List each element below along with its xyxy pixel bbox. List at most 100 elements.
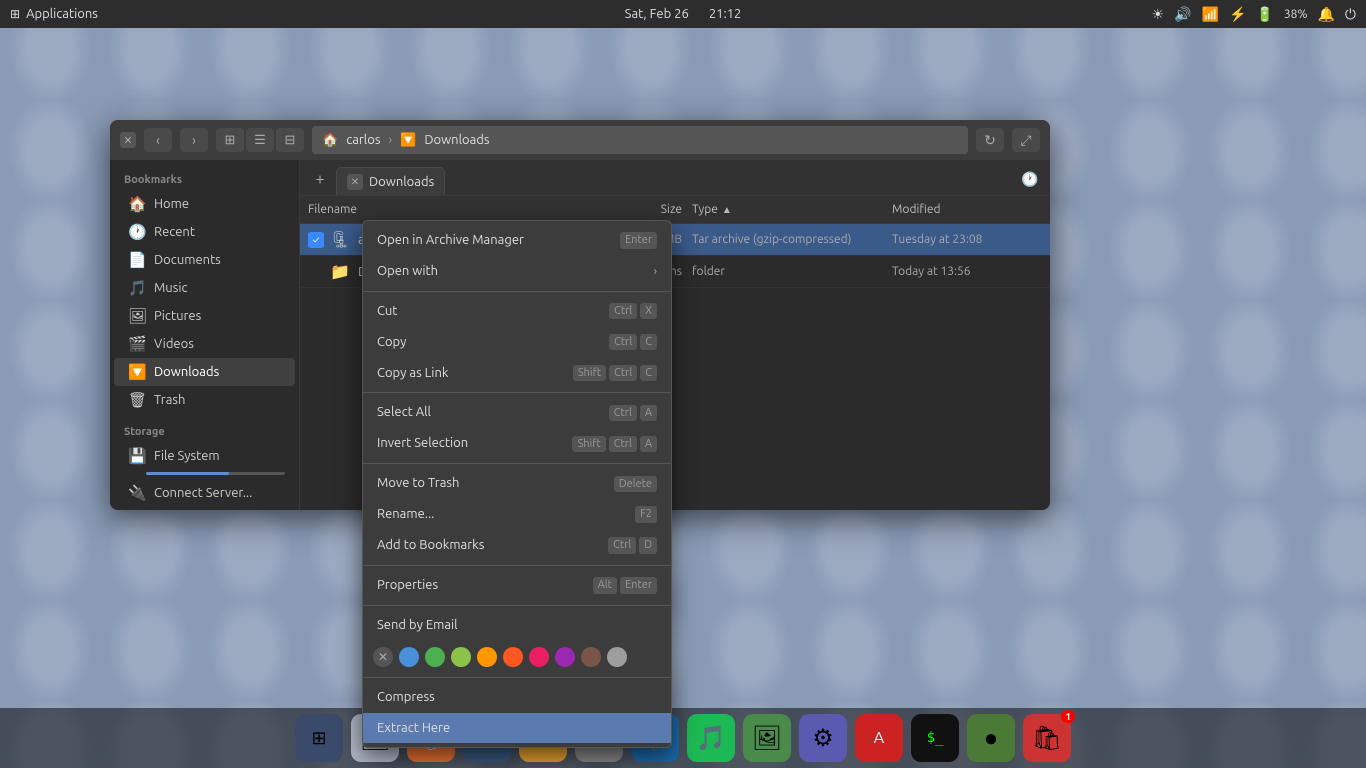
- sidebar-pictures-label: Pictures: [154, 309, 201, 323]
- pictures-icon: 🖼: [128, 307, 146, 325]
- grid-view-button[interactable]: ⊞: [216, 128, 244, 152]
- sort-arrow-icon: ▲: [722, 204, 732, 216]
- ctx-open-archive[interactable]: Open in Archive Manager Enter: [363, 225, 671, 256]
- dock-workspaces[interactable]: ⊞: [295, 714, 343, 762]
- dock-anki[interactable]: A: [855, 714, 903, 762]
- maximize-button[interactable]: ⤢: [1012, 128, 1040, 152]
- dock-gallery[interactable]: 🖼: [743, 714, 791, 762]
- ctx-invert-selection-shortcut: ShiftCtrlA: [572, 436, 657, 452]
- list-view-button[interactable]: ☰: [246, 128, 274, 152]
- color-clear-button[interactable]: ✕: [373, 647, 393, 667]
- apps-label[interactable]: Applications: [26, 7, 98, 21]
- ctx-properties-shortcut: AltEnter: [593, 577, 657, 593]
- ctx-extract-here[interactable]: Extract Here: [363, 713, 671, 744]
- color-dot-red-orange[interactable]: [503, 647, 523, 667]
- sidebar-item-filesystem[interactable]: 💾 File System: [114, 442, 295, 470]
- ctx-send-by-email[interactable]: Send by Email: [363, 610, 671, 641]
- sidebar-connect-label: Connect Server...: [154, 486, 252, 500]
- path-home-label[interactable]: carlos: [346, 133, 380, 147]
- ctx-colors-row: ✕: [363, 641, 671, 673]
- ctx-separator-1: [363, 291, 671, 292]
- sidebar-item-downloads[interactable]: 🔽 Downloads: [114, 358, 295, 386]
- col-type-header[interactable]: Type ▲: [682, 203, 882, 216]
- context-menu: Open in Archive Manager Enter Open with …: [362, 220, 672, 748]
- col-filename-header[interactable]: Filename: [308, 203, 602, 216]
- ctx-compress[interactable]: Compress: [363, 682, 671, 713]
- dock-spotify[interactable]: 🎵: [687, 714, 735, 762]
- storage-label: Storage: [110, 422, 299, 442]
- fm-tabs: + ✕ Downloads 🕐: [300, 160, 1050, 196]
- wifi-icon[interactable]: 📶: [1202, 6, 1219, 23]
- path-folder-label[interactable]: Downloads: [424, 133, 489, 147]
- ctx-invert-selection[interactable]: Invert Selection ShiftCtrlA: [363, 428, 671, 459]
- file-modified: Tuesday at 23:08: [882, 233, 1042, 246]
- ctx-copy-shortcut: CtrlC: [609, 334, 657, 350]
- storage-bar: [146, 472, 285, 475]
- color-dot-green[interactable]: [425, 647, 445, 667]
- volume-icon[interactable]: 🔊: [1174, 6, 1191, 23]
- ctx-copy[interactable]: Copy CtrlC: [363, 327, 671, 358]
- ctx-copy-as-link[interactable]: Copy as Link ShiftCtrlC: [363, 358, 671, 389]
- add-tab-button[interactable]: +: [308, 167, 332, 191]
- file-checkbox[interactable]: ✓: [308, 232, 324, 248]
- ctx-rename-shortcut: F2: [635, 506, 657, 522]
- sun-icon[interactable]: ☀: [1152, 6, 1165, 23]
- color-dot-lime[interactable]: [451, 647, 471, 667]
- ctx-open-archive-label: Open in Archive Manager: [377, 232, 620, 249]
- compact-view-button[interactable]: ⊟: [276, 128, 304, 152]
- ctx-copy-as-link-shortcut: ShiftCtrlC: [573, 365, 657, 381]
- back-button[interactable]: ‹: [144, 128, 172, 152]
- forward-button[interactable]: ›: [180, 128, 208, 152]
- ctx-extract-here-label: Extract Here: [377, 720, 657, 737]
- color-dot-blue[interactable]: [399, 647, 419, 667]
- col-modified-header[interactable]: Modified: [882, 203, 1042, 216]
- notification-icon[interactable]: 🔔: [1317, 6, 1334, 23]
- topbar-time: 21:12: [709, 7, 742, 21]
- file-type: folder: [682, 265, 882, 278]
- sidebar-item-trash[interactable]: 🗑 Trash: [114, 386, 295, 414]
- path-separator: ›: [388, 133, 392, 147]
- path-home-icon: 🏠: [322, 133, 338, 148]
- apps-menu[interactable]: ⊞: [10, 7, 20, 21]
- tab-close-button[interactable]: ✕: [347, 174, 363, 190]
- path-bar[interactable]: 🏠 carlos › 🔽 Downloads: [312, 126, 968, 154]
- ctx-open-with[interactable]: Open with ›: [363, 256, 671, 287]
- sidebar-item-connect[interactable]: 🔌 Connect Server...: [114, 479, 295, 507]
- dock-toggle[interactable]: ⚙: [799, 714, 847, 762]
- sidebar: Bookmarks 🏠 Home 🕐 Recent 📄 Documents 🎵 …: [110, 160, 300, 510]
- ctx-separator-6: [363, 677, 671, 678]
- dock-store[interactable]: 🛍 1: [1023, 714, 1071, 762]
- color-dot-gray[interactable]: [607, 647, 627, 667]
- dock-terminal[interactable]: $_: [911, 714, 959, 762]
- color-dot-pink[interactable]: [529, 647, 549, 667]
- color-dot-purple[interactable]: [555, 647, 575, 667]
- downloads-tab[interactable]: ✕ Downloads: [336, 167, 445, 195]
- sidebar-item-documents[interactable]: 📄 Documents: [114, 246, 295, 274]
- bluetooth-icon[interactable]: ⚡: [1229, 6, 1246, 23]
- sidebar-documents-label: Documents: [154, 253, 221, 267]
- dock-indicator[interactable]: ●: [967, 714, 1015, 762]
- ctx-move-to-trash[interactable]: Move to Trash Delete: [363, 468, 671, 499]
- tab-label: Downloads: [369, 175, 434, 189]
- ctx-properties[interactable]: Properties AltEnter: [363, 570, 671, 601]
- sidebar-item-recent[interactable]: 🕐 Recent: [114, 218, 295, 246]
- sidebar-item-home[interactable]: 🏠 Home: [114, 190, 295, 218]
- close-button[interactable]: ✕: [120, 132, 136, 148]
- ctx-properties-label: Properties: [377, 577, 593, 594]
- ctx-separator-3: [363, 463, 671, 464]
- sidebar-item-videos[interactable]: 🎬 Videos: [114, 330, 295, 358]
- ctx-select-all[interactable]: Select All CtrlA: [363, 397, 671, 428]
- file-type: Tar archive (gzip-compressed): [682, 233, 882, 246]
- ctx-copy-label: Copy: [377, 334, 609, 351]
- ctx-add-bookmarks[interactable]: Add to Bookmarks CtrlD: [363, 530, 671, 561]
- power-icon[interactable]: ⏻: [1345, 6, 1356, 23]
- refresh-button[interactable]: ↻: [976, 128, 1004, 152]
- color-dot-orange[interactable]: [477, 647, 497, 667]
- tab-history-button[interactable]: 🕐: [1018, 167, 1042, 191]
- ctx-rename[interactable]: Rename... F2: [363, 499, 671, 530]
- col-size-header[interactable]: Size: [602, 203, 682, 216]
- ctx-cut[interactable]: Cut CtrlX: [363, 296, 671, 327]
- sidebar-item-pictures[interactable]: 🖼 Pictures: [114, 302, 295, 330]
- color-dot-brown[interactable]: [581, 647, 601, 667]
- sidebar-item-music[interactable]: 🎵 Music: [114, 274, 295, 302]
